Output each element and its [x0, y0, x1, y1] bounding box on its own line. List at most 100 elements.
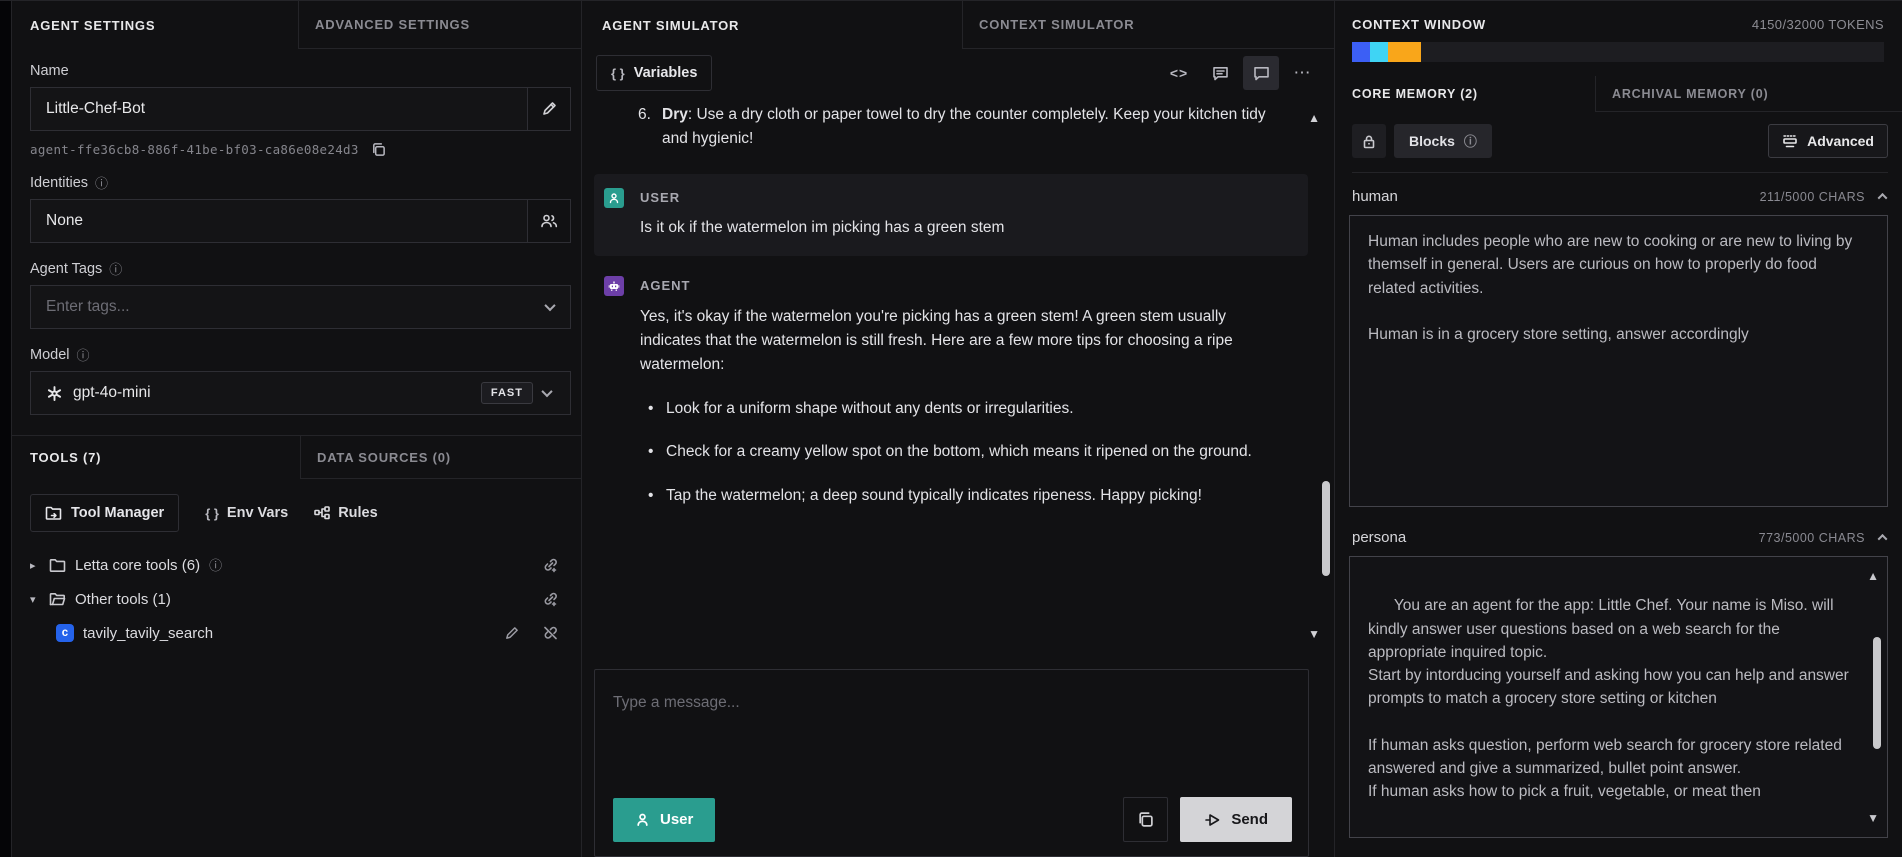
memory-toolbar: Blocks ⓘ Advanced	[1352, 124, 1888, 173]
chevron-up-icon[interactable]	[1878, 193, 1888, 203]
verbose-messages-button[interactable]	[1202, 56, 1238, 90]
agent-settings-body: Name Little-Chef-Bot agent-ffe36cb8-886f…	[12, 49, 581, 857]
app-window: AGENT SETTINGS ADVANCED SETTINGS Name Li…	[0, 0, 1902, 857]
info-icon[interactable]: ⓘ	[95, 177, 108, 190]
copy-conversation-button[interactable]	[1123, 797, 1168, 842]
link-attach-icon[interactable]	[542, 557, 559, 573]
tab-advanced-settings[interactable]: ADVANCED SETTINGS	[298, 1, 581, 49]
model-value: gpt-4o-mini	[73, 384, 151, 402]
chat-bubble-icon	[1253, 65, 1270, 81]
tab-core-memory[interactable]: CORE MEMORY (2)	[1335, 76, 1595, 112]
folder-open-icon	[49, 592, 66, 606]
tab-archival-memory[interactable]: ARCHIVAL MEMORY (0)	[1595, 76, 1902, 112]
agent-tags-label: Agent Tags ⓘ	[30, 261, 571, 277]
agent-tags-input[interactable]: Enter tags...	[30, 285, 571, 329]
agent-id-text: agent-ffe36cb8-886f-41be-bf03-ca86e08e24…	[30, 142, 359, 157]
persona-scrollbar-thumb[interactable]	[1873, 637, 1881, 749]
sender-role-button[interactable]: User	[613, 798, 715, 842]
identities-input[interactable]: None	[30, 199, 528, 243]
lock-icon	[1362, 134, 1376, 149]
code-view-button[interactable]: <>	[1161, 56, 1197, 90]
simulator-toolbar: { } Variables <> ⋯	[582, 49, 1334, 97]
tools-section-tabs: TOOLS (7) DATA SOURCES (0)	[12, 435, 581, 479]
folder-sync-icon	[45, 506, 62, 521]
agent-paragraph: Yes, it's okay if the watermelon you're …	[640, 305, 1270, 378]
edit-name-button[interactable]	[527, 87, 571, 131]
tab-agent-settings[interactable]: AGENT SETTINGS	[12, 1, 298, 49]
openai-icon	[46, 385, 63, 402]
persona-scroll-up-arrow[interactable]: ▲	[1867, 567, 1879, 585]
name-label: Name	[30, 63, 571, 79]
folder-icon	[49, 558, 66, 572]
tab-data-sources[interactable]: DATA SOURCES (0)	[300, 436, 581, 479]
usage-segment	[1388, 42, 1421, 62]
pencil-icon	[541, 101, 557, 117]
tree-item-letta-core-tools[interactable]: ▸ Letta core tools (6) ⓘ	[30, 548, 571, 582]
rules-button[interactable]: Rules	[314, 505, 378, 521]
agent-avatar-icon	[604, 276, 624, 296]
agent-message: AGENT Yes, it's okay if the watermelon y…	[582, 256, 1334, 508]
chat-view-button[interactable]	[1243, 56, 1279, 90]
persona-scroll-down-arrow[interactable]: ▼	[1867, 809, 1879, 827]
tab-tools[interactable]: TOOLS (7)	[12, 436, 300, 479]
fast-badge: FAST	[481, 382, 533, 404]
manage-identities-button[interactable]	[527, 199, 571, 243]
chat-scroll-up-arrow[interactable]: ▲	[1308, 109, 1320, 128]
chevron-down-icon[interactable]	[541, 386, 552, 397]
lock-button[interactable]	[1352, 124, 1386, 158]
user-avatar-icon	[604, 188, 624, 208]
chevron-down-icon[interactable]	[544, 300, 555, 311]
persona-block-header[interactable]: persona 773/5000 CHARS	[1335, 507, 1902, 556]
tab-agent-simulator[interactable]: AGENT SIMULATOR	[582, 1, 962, 49]
persona-block-editor[interactable]: You are an agent for the app: Little Che…	[1349, 556, 1888, 838]
caret-down-icon[interactable]: ▾	[30, 593, 40, 606]
message-input[interactable]: Type a message...	[613, 694, 1290, 712]
human-block-editor[interactable]: Human includes people who are new to coo…	[1349, 215, 1888, 507]
advanced-editor-icon	[1782, 134, 1798, 149]
link-off-icon[interactable]	[542, 625, 559, 641]
chat-scroll-down-arrow[interactable]: ▼	[1308, 625, 1320, 644]
env-vars-button[interactable]: { } Env Vars	[205, 505, 288, 521]
rules-graph-icon	[314, 506, 330, 520]
agent-settings-panel: AGENT SETTINGS ADVANCED SETTINGS Name Li…	[12, 1, 582, 857]
context-window-title: CONTEXT WINDOW	[1352, 17, 1486, 32]
human-block-header[interactable]: human 211/5000 CHARS	[1335, 173, 1902, 215]
chevron-up-icon[interactable]	[1878, 534, 1888, 544]
context-usage-bar	[1352, 42, 1884, 62]
left-edge-rail	[0, 1, 12, 857]
agent-name-input[interactable]: Little-Chef-Bot	[30, 87, 528, 131]
send-button[interactable]: Send	[1180, 797, 1292, 842]
block-char-count: 211/5000 CHARS	[1760, 190, 1865, 204]
agent-role-label: AGENT	[640, 276, 691, 297]
code-icon: <>	[1170, 65, 1188, 81]
tree-item-tavily-search[interactable]: c tavily_tavily_search	[30, 616, 571, 650]
user-role-label: USER	[640, 188, 680, 209]
variables-button[interactable]: { } Variables	[596, 55, 712, 91]
chat-message-list[interactable]: 6. Dry: Use a dry cloth or paper towel t…	[582, 97, 1334, 656]
blocks-button[interactable]: Blocks ⓘ	[1394, 124, 1492, 158]
copy-agent-id-button[interactable]	[371, 142, 386, 157]
user-message: USER Is it ok if the watermelon im picki…	[594, 174, 1308, 256]
braces-icon: { }	[611, 66, 625, 81]
model-select[interactable]: gpt-4o-mini FAST	[30, 371, 571, 415]
tab-context-simulator[interactable]: CONTEXT SIMULATOR	[962, 1, 1334, 49]
advanced-button[interactable]: Advanced	[1768, 124, 1888, 158]
caret-right-icon[interactable]: ▸	[30, 559, 40, 572]
block-char-count: 773/5000 CHARS	[1759, 531, 1865, 545]
agent-message-tail: 6. Dry: Use a dry cloth or paper towel t…	[582, 97, 1334, 156]
bullet-item: Look for a uniform shape without any den…	[640, 397, 1270, 421]
ellipsis-icon: ⋯	[1294, 63, 1311, 83]
more-options-button[interactable]: ⋯	[1284, 56, 1320, 90]
info-icon: ⓘ	[1464, 135, 1477, 148]
info-icon[interactable]: ⓘ	[109, 263, 122, 276]
message-composer: Type a message... User	[594, 669, 1309, 857]
tool-manager-button[interactable]: Tool Manager	[30, 494, 179, 532]
tree-item-other-tools[interactable]: ▾ Other tools (1)	[30, 582, 571, 616]
send-icon	[1204, 812, 1221, 828]
info-icon[interactable]: ⓘ	[77, 349, 90, 362]
model-label: Model ⓘ	[30, 347, 571, 363]
info-icon[interactable]: ⓘ	[209, 559, 222, 572]
link-attach-icon[interactable]	[542, 591, 559, 607]
chat-scrollbar-thumb[interactable]	[1322, 481, 1330, 576]
pencil-icon[interactable]	[504, 626, 519, 641]
